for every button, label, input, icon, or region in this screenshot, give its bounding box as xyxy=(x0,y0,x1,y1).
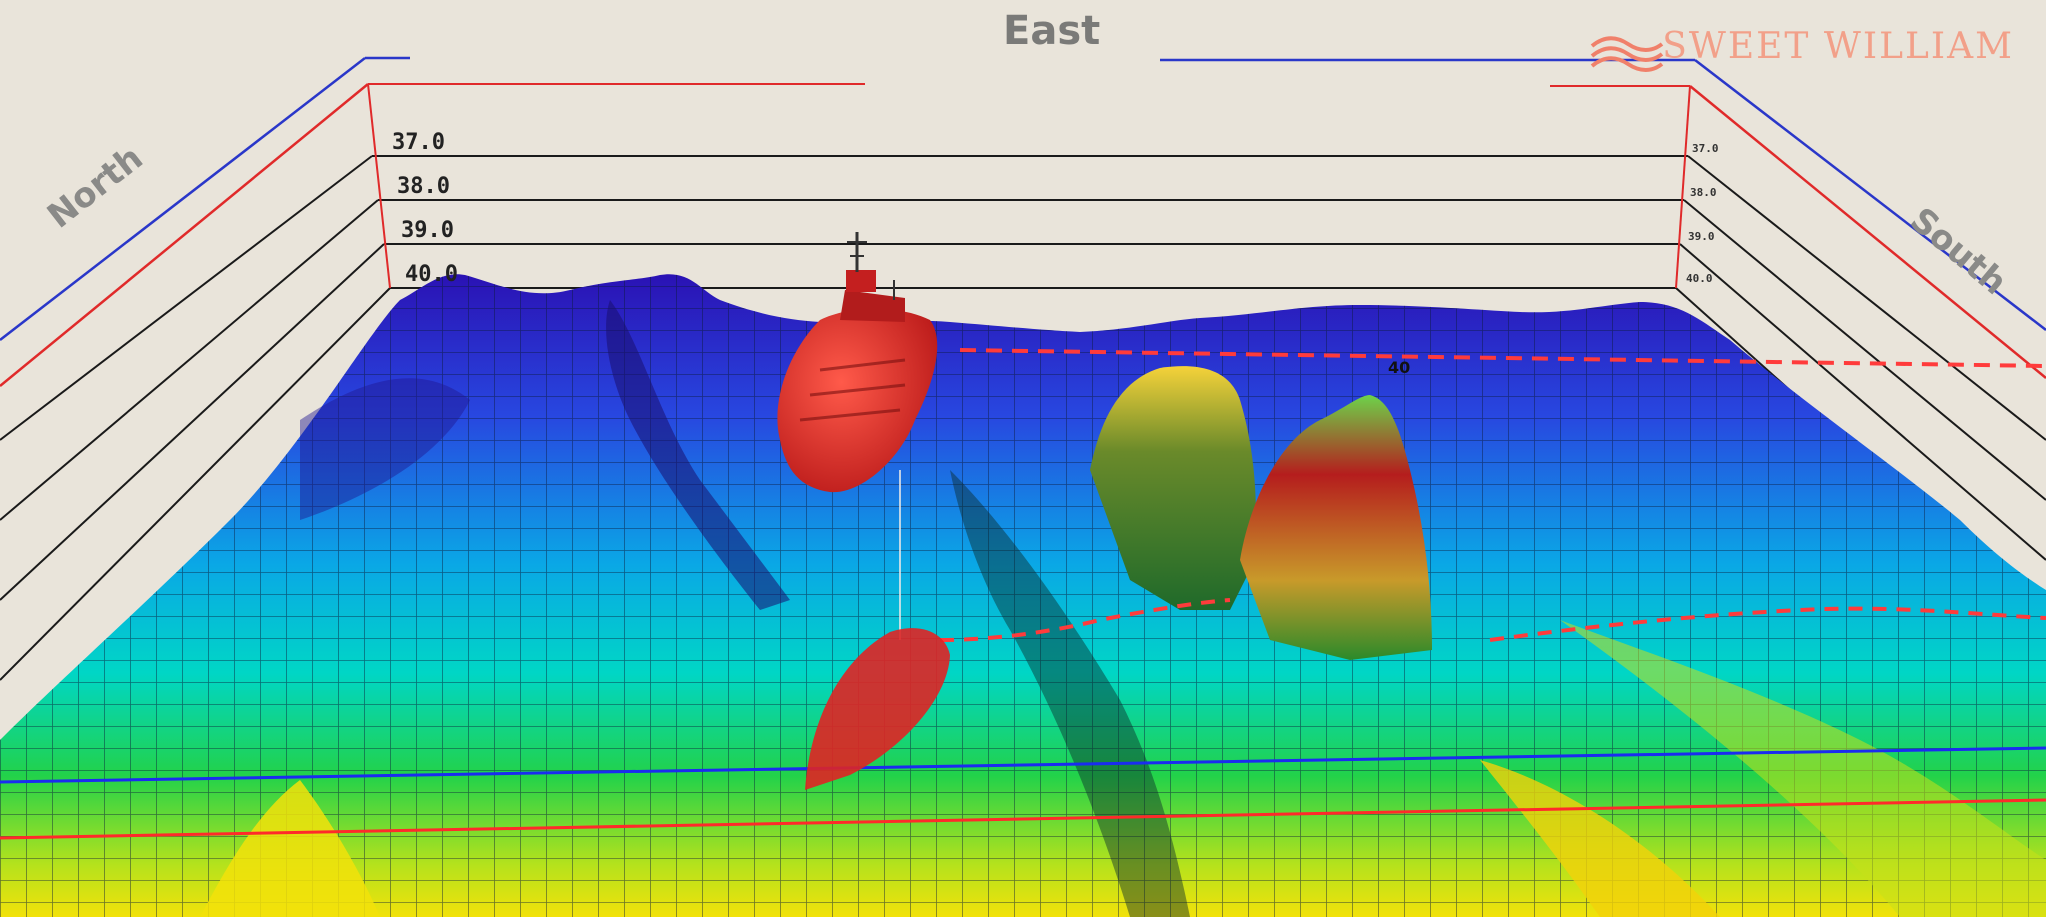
depth-label-left-3: 39.0 xyxy=(401,218,454,243)
depth-label-right-2: 38.0 xyxy=(1690,186,1717,199)
depth-label-left-2: 38.0 xyxy=(397,174,450,199)
depth-label-right-4: 40.0 xyxy=(1686,272,1713,285)
wave-logo-icon xyxy=(1590,36,1664,72)
depth-label-left-1: 37.0 xyxy=(392,130,445,155)
brand-logo: SWEET WILLIAM xyxy=(1662,26,2014,67)
contour-depth-label: 40 xyxy=(1388,358,1411,377)
bathymetry-3d-view[interactable] xyxy=(0,0,2046,917)
brand-name: SWEET WILLIAM xyxy=(1662,26,2014,67)
east-axis-label: East xyxy=(1003,8,1101,54)
depth-label-right-3: 39.0 xyxy=(1688,230,1715,243)
depth-label-right-1: 37.0 xyxy=(1692,142,1719,155)
depth-label-left-4: 40.0 xyxy=(405,262,458,287)
